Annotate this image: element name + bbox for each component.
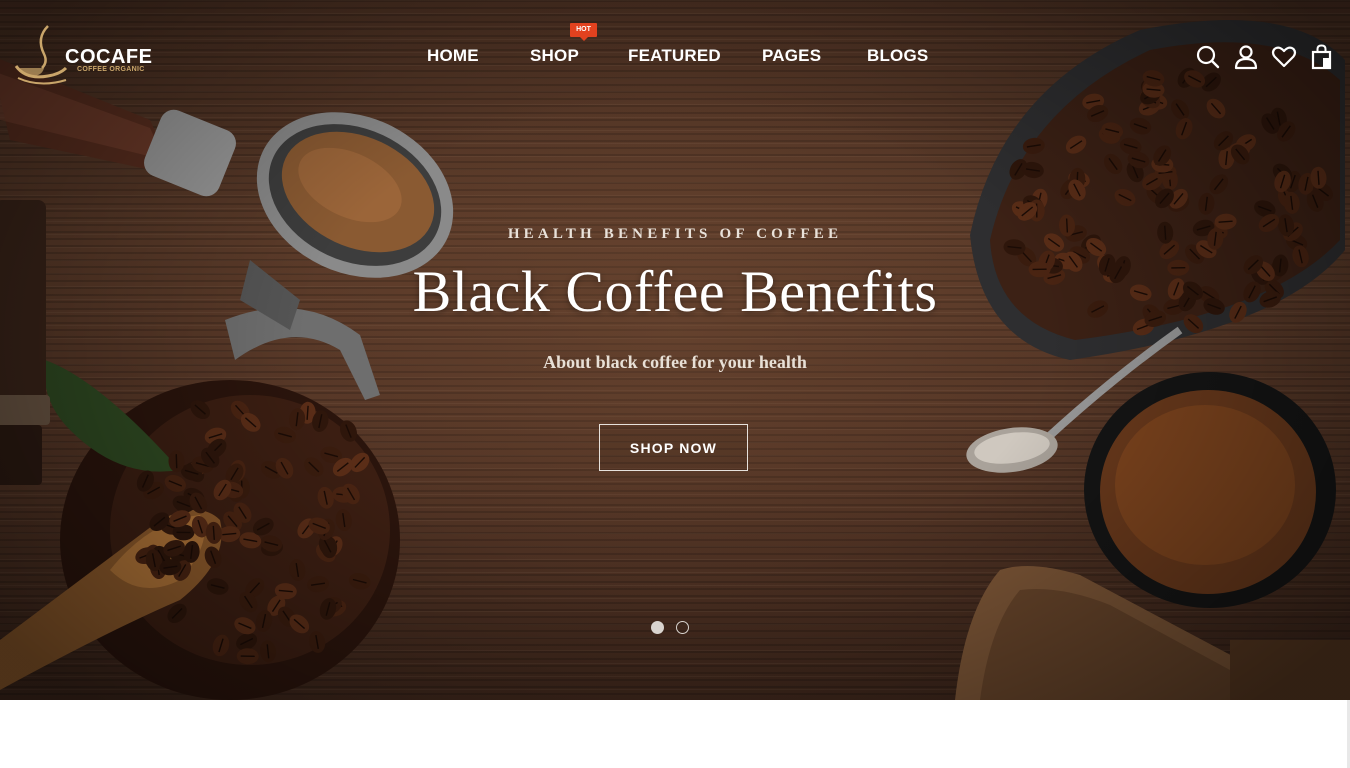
brand-tagline: COFFEE ORGANIC bbox=[77, 66, 145, 73]
hero-eyebrow: HEALTH BENEFITS OF COFFEE bbox=[507, 226, 843, 242]
nav-item-featured[interactable]: FEATURED bbox=[628, 46, 721, 66]
nav-item-home[interactable]: HOME bbox=[427, 46, 479, 66]
hero-banner: COCAFE COFFEE ORGANIC HOME SHOP FEATURED… bbox=[0, 0, 1350, 700]
hero-headline: Black Coffee Benefits bbox=[412, 259, 938, 324]
hero-background-illustration bbox=[0, 20, 1350, 700]
heart-icon[interactable] bbox=[1271, 44, 1297, 70]
nav-item-pages[interactable]: PAGES bbox=[762, 46, 821, 66]
hero-subline: About black coffee for your health bbox=[543, 352, 807, 372]
nav-item-blogs[interactable]: BLOGS bbox=[867, 46, 928, 66]
shopping-bag-icon[interactable] bbox=[1309, 44, 1335, 70]
hot-badge: HOT bbox=[570, 23, 597, 41]
ground-coffee-bowl-image bbox=[1084, 372, 1336, 608]
user-icon[interactable] bbox=[1233, 44, 1259, 70]
shop-now-button[interactable]: SHOP NOW bbox=[599, 424, 748, 471]
slide-dot-1[interactable] bbox=[651, 621, 664, 634]
search-icon[interactable] bbox=[1195, 44, 1221, 70]
brand-logo[interactable]: COCAFE COFFEE ORGANIC bbox=[14, 24, 154, 88]
slide-dot-2[interactable] bbox=[676, 621, 689, 634]
nav-item-shop[interactable]: SHOP bbox=[530, 46, 579, 66]
